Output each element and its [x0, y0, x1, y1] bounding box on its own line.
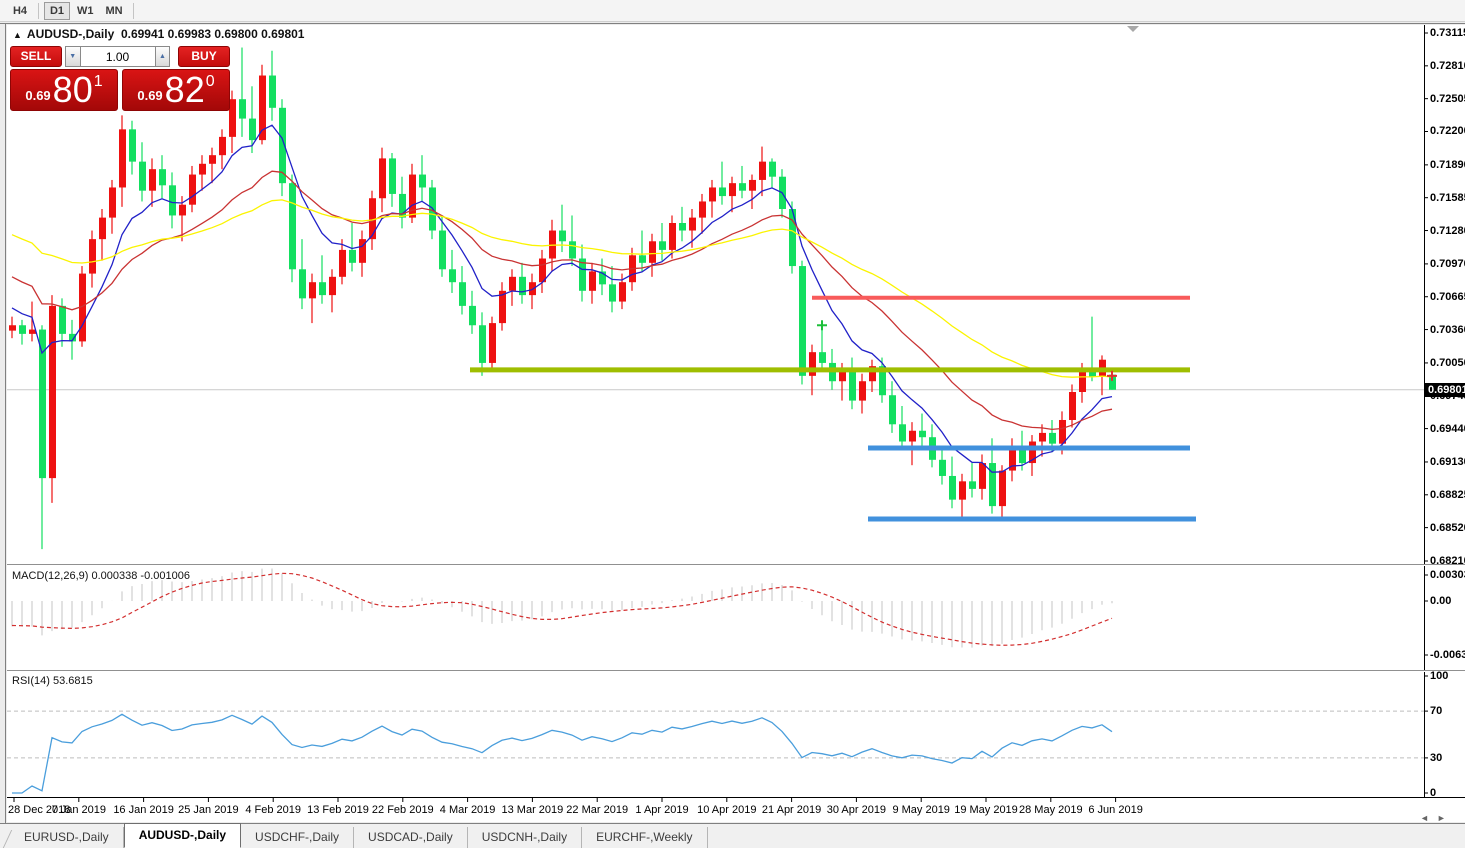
buy-price-prefix: 0.69 [137, 88, 163, 103]
date-axis-label: 13 Feb 2019 [307, 804, 369, 816]
timeframe-button-h4[interactable]: H4 [7, 2, 33, 20]
date-axis-label: 19 May 2019 [954, 804, 1018, 816]
chart-tab-usdcnh-daily[interactable]: USDCNH-,Daily [468, 827, 583, 848]
chart-tab-bar: EURUSD-,Daily AUDUSD-,Daily USDCHF-,Daily U… [0, 823, 1465, 848]
date-axis-label: 22 Mar 2019 [566, 804, 629, 816]
date-axis-label: 10 Apr 2019 [697, 804, 757, 816]
date-axis-label: 22 Feb 2019 [371, 804, 434, 816]
sell-price-box[interactable]: 0.69 80 1 [10, 69, 118, 111]
date-axis-label: 9 May 2019 [892, 804, 950, 816]
price-axis-label: 0.70665 [1430, 290, 1465, 303]
price-axis-label: 0.70360 [1430, 323, 1465, 336]
chart-ohlc-values: 0.69941 0.69983 0.69800 0.69801 [120, 27, 305, 41]
date-axis-label: 1 Apr 2019 [635, 804, 689, 816]
price-axis-label: 0.68825 [1430, 488, 1465, 501]
sell-price-big-digits: 80 [52, 69, 93, 110]
toolbar-separator [38, 2, 39, 19]
chart-tab-usdcad-daily[interactable]: USDCAD-,Daily [354, 827, 468, 848]
macd-axis-label: 0.00 [1430, 595, 1452, 607]
trading-terminal: H4 D1 W1 MN ▲ AUDUSD-,Daily 0.69941 0.699… [0, 0, 1465, 848]
sell-price-pip-digit: 1 [93, 73, 103, 90]
chart-tab-eurusd-daily[interactable]: EURUSD-,Daily [10, 827, 124, 848]
timeframe-button-mn[interactable]: MN [101, 2, 128, 20]
date-axis-label: 16 Jan 2019 [113, 804, 174, 816]
date-axis-label: 6 Jun 2019 [1088, 804, 1143, 816]
rsi-pane-title: RSI(14) 53.6815 [12, 675, 93, 687]
price-axis-label: 0.71280 [1430, 224, 1465, 237]
timeframe-toolbar: H4 D1 W1 MN [0, 0, 1465, 22]
rsi-axis-label: 30 [1430, 751, 1443, 764]
macd-pane-title: MACD(12,26,9) 0.000338 -0.001006 [12, 570, 190, 582]
chart-tab-usdchf-daily[interactable]: USDCHF-,Daily [241, 827, 355, 848]
buy-price-pip-digit: 0 [205, 73, 215, 90]
tab-scroll-arrows: ◄► [1420, 813, 1454, 823]
date-axis-label: 13 Mar 2019 [501, 804, 564, 816]
price-axis-label: 0.68520 [1430, 521, 1465, 534]
chart-canvas[interactable] [0, 0, 1465, 848]
rsi-axis-label: 0 [1430, 787, 1437, 799]
chart-symbol-label: AUDUSD-,Daily [26, 27, 115, 41]
chart-tab-eurchf-weekly[interactable]: EURCHF-,Weekly [582, 827, 708, 848]
timeframe-button-d1[interactable]: D1 [44, 1, 70, 20]
rsi-axis-label: 100 [1430, 670, 1449, 682]
price-axis-label: 0.72505 [1430, 92, 1465, 105]
date-axis-label: 25 Jan 2019 [178, 804, 239, 816]
volume-decrease-button[interactable]: ▼ [64, 46, 81, 67]
price-axis-label: 0.69440 [1430, 422, 1465, 435]
date-axis-label: 21 Apr 2019 [761, 804, 822, 816]
buy-button[interactable]: BUY [178, 46, 231, 67]
sell-price-prefix: 0.69 [25, 88, 51, 103]
price-axis-label: 0.73115 [1430, 27, 1465, 39]
date-axis-label: 4 Feb 2019 [245, 804, 302, 816]
timeframe-button-w1[interactable]: W1 [72, 2, 99, 20]
date-axis-label: 30 Apr 2019 [826, 804, 887, 816]
buy-price-big-digits: 82 [164, 69, 205, 110]
macd-axis-label: -0.006311 [1430, 649, 1465, 661]
tab-scroll-left-icon[interactable]: ◄ [1420, 813, 1437, 823]
buy-price-box[interactable]: 0.69 82 0 [122, 69, 230, 111]
price-axis-label: 0.71585 [1430, 191, 1465, 204]
date-axis-label: 28 May 2019 [1018, 804, 1083, 816]
price-axis-label: 0.71890 [1430, 158, 1465, 171]
one-click-trading-panel: SELL ▼ ▲ BUY 0.69 80 1 0.69 82 0 [10, 46, 231, 111]
rsi-axis-label: 70 [1430, 705, 1443, 718]
chart-title: ▲ AUDUSD-,Daily 0.69941 0.69983 0.69800 0… [13, 27, 304, 41]
price-axis-label: 0.72200 [1430, 125, 1465, 138]
price-axis-label: 0.68210 [1430, 555, 1465, 567]
price-axis-label: 0.69130 [1430, 455, 1465, 468]
date-axis-label: 4 Mar 2019 [439, 804, 496, 816]
date-axis-label: 7 Jan 2019 [51, 804, 107, 816]
tab-scroll-right-icon[interactable]: ► [1437, 813, 1454, 823]
current-price-badge: 0.69801 [1425, 382, 1465, 397]
volume-input[interactable] [80, 46, 155, 67]
sell-button[interactable]: SELL [10, 46, 62, 67]
price-axis-label: 0.72810 [1430, 59, 1465, 72]
volume-increase-button[interactable]: ▲ [154, 46, 171, 67]
macd-axis-label: 0.003035 [1430, 568, 1465, 581]
chart-tab-audusd-daily[interactable]: AUDUSD-,Daily [123, 823, 242, 848]
price-axis-label: 0.70970 [1430, 257, 1465, 270]
toolbar-separator [132, 2, 134, 19]
collapse-arrow-icon[interactable]: ▲ [13, 30, 22, 40]
price-axis-label: 0.70050 [1430, 356, 1465, 369]
